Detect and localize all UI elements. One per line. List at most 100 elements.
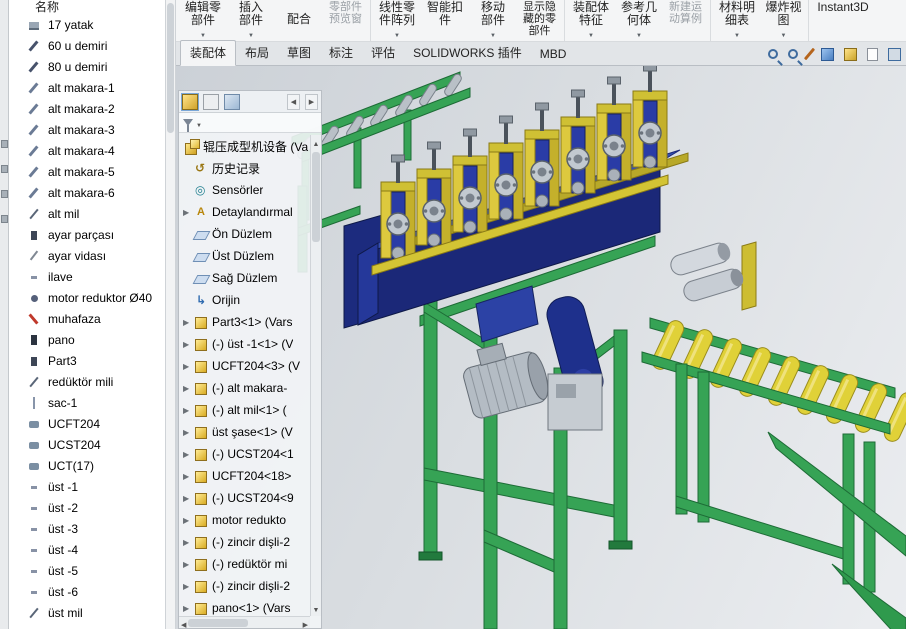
- tree-item[interactable]: Orijin: [179, 289, 310, 311]
- tree-item[interactable]: Sensörler: [179, 179, 310, 201]
- ribbon-tab[interactable]: MBD: [531, 44, 576, 65]
- pinch-rollers[interactable]: [668, 240, 756, 310]
- ribbon-tab[interactable]: 布局: [236, 41, 278, 65]
- tree-item[interactable]: (-) zincir dişli-2: [179, 575, 310, 597]
- tree-item[interactable]: (-) UCST204<9: [179, 487, 310, 509]
- propertymanager-tab-icon[interactable]: [203, 94, 219, 110]
- parts-list-item[interactable]: muhafaza: [9, 308, 165, 329]
- docked-tab-icon[interactable]: [1, 140, 8, 148]
- tree-item[interactable]: (-) alt makara-: [179, 377, 310, 399]
- outfeed-conveyor[interactable]: [642, 318, 906, 629]
- tree-item[interactable]: (-) üst -1<1> (V: [179, 333, 310, 355]
- tree-filter-bar[interactable]: [179, 113, 321, 133]
- panel-scroll-left-icon[interactable]: [287, 94, 300, 110]
- ribbon-tab[interactable]: 草图: [278, 41, 320, 65]
- tree-item[interactable]: motor redukto: [179, 509, 310, 531]
- parts-list-item[interactable]: redüktör mili: [9, 371, 165, 392]
- docked-tab-icon[interactable]: [1, 190, 8, 198]
- scrollbar-thumb[interactable]: [167, 3, 174, 133]
- expand-arrow-icon[interactable]: [183, 340, 193, 349]
- expand-arrow-icon[interactable]: [183, 582, 193, 591]
- component-preview-button[interactable]: 零部件 预览窗: [323, 0, 371, 42]
- mate-button[interactable]: 配合: [275, 0, 323, 42]
- ribbon-tab[interactable]: 装配体: [180, 40, 236, 66]
- expand-arrow-icon[interactable]: [183, 538, 193, 547]
- featuremanager-tab-icon[interactable]: [182, 94, 198, 110]
- expand-arrow-icon[interactable]: [183, 208, 193, 217]
- edit-appearance-icon[interactable]: [804, 48, 815, 61]
- ribbon-tab[interactable]: 评估: [362, 41, 404, 65]
- configurationmanager-tab-icon[interactable]: [224, 94, 240, 110]
- parts-list-item[interactable]: alt mil: [9, 203, 165, 224]
- tree-item[interactable]: (-) redüktör mi: [179, 553, 310, 575]
- parts-list-item[interactable]: üst -4: [9, 539, 165, 560]
- expand-arrow-icon[interactable]: [183, 362, 193, 371]
- parts-panel-scrollbar[interactable]: [166, 0, 176, 629]
- expand-arrow-icon[interactable]: [183, 406, 193, 415]
- panel-scroll-right-icon[interactable]: [305, 94, 318, 110]
- scroll-left-icon[interactable]: [179, 616, 188, 629]
- expand-arrow-icon[interactable]: [183, 428, 193, 437]
- insert-components-button[interactable]: 插入 部件: [227, 0, 275, 42]
- parts-list-item[interactable]: 17 yatak: [9, 14, 165, 35]
- docked-panel-strip[interactable]: [0, 0, 9, 629]
- tree-item[interactable]: UCFT204<18>: [179, 465, 310, 487]
- tree-item[interactable]: (-) alt mil<1> (: [179, 399, 310, 421]
- tree-item[interactable]: UCFT204<3> (V: [179, 355, 310, 377]
- scroll-right-icon[interactable]: [301, 616, 310, 629]
- view-orientation-icon[interactable]: [821, 48, 834, 61]
- reference-geometry-button[interactable]: 参考几 何体: [615, 0, 663, 42]
- edit-component-button[interactable]: 编辑零 部件: [179, 0, 227, 42]
- tree-item[interactable]: üst şase<1> (V: [179, 421, 310, 443]
- expand-arrow-icon[interactable]: [183, 516, 193, 525]
- zoom-area-icon[interactable]: [788, 49, 798, 59]
- parts-list-item[interactable]: üst -1: [9, 476, 165, 497]
- parts-list-item[interactable]: pano: [9, 329, 165, 350]
- parts-list-item[interactable]: alt makara-3: [9, 119, 165, 140]
- instant3d-button[interactable]: Instant3D: [811, 0, 875, 42]
- parts-list-item[interactable]: UCST204: [9, 434, 165, 455]
- parts-list-item[interactable]: sac-1: [9, 392, 165, 413]
- expand-arrow-icon[interactable]: [183, 318, 193, 327]
- parts-list-item[interactable]: 80 u demiri: [9, 56, 165, 77]
- docked-tab-icon[interactable]: [1, 165, 8, 173]
- parts-list-item[interactable]: ayar parçası: [9, 224, 165, 245]
- parts-list-item[interactable]: üst -6: [9, 581, 165, 602]
- parts-list-item[interactable]: ilave: [9, 266, 165, 287]
- parts-list-item[interactable]: alt makara-2: [9, 98, 165, 119]
- docked-tab-icon[interactable]: [1, 215, 8, 223]
- zoom-to-fit-icon[interactable]: [768, 49, 778, 59]
- tree-item[interactable]: (-) zincir dişli-2: [179, 531, 310, 553]
- parts-list-item[interactable]: üst -2: [9, 497, 165, 518]
- linear-pattern-button[interactable]: 线性零 件阵列: [373, 0, 421, 42]
- parts-list-item[interactable]: UCT(17): [9, 455, 165, 476]
- parts-list-item[interactable]: alt makara-1: [9, 77, 165, 98]
- ribbon-tab[interactable]: SOLIDWORKS 插件: [404, 41, 531, 65]
- exploded-view-button[interactable]: 爆炸视 图: [761, 0, 809, 42]
- expand-arrow-icon[interactable]: [183, 604, 193, 613]
- tree-item[interactable]: (-) UCST204<1: [179, 443, 310, 465]
- scroll-up-icon[interactable]: [313, 135, 320, 149]
- parts-list-item[interactable]: 60 u demiri: [9, 35, 165, 56]
- expand-arrow-icon[interactable]: [183, 450, 193, 459]
- scroll-down-icon[interactable]: [311, 601, 321, 616]
- expand-arrow-icon[interactable]: [183, 472, 193, 481]
- tree-root-item[interactable]: 辊压成型机设备 (Va: [179, 135, 310, 157]
- ribbon-tab[interactable]: 标注: [320, 41, 362, 65]
- move-component-button[interactable]: 移动 部件: [469, 0, 517, 42]
- tree-horizontal-scrollbar[interactable]: [179, 616, 310, 628]
- tree-item[interactable]: Üst Düzlem: [179, 245, 310, 267]
- tree-item[interactable]: Ön Düzlem: [179, 223, 310, 245]
- parts-list-item[interactable]: Part3: [9, 350, 165, 371]
- expand-arrow-icon[interactable]: [183, 560, 193, 569]
- new-motion-study-button[interactable]: 新建运 动算例: [663, 0, 711, 42]
- expand-arrow-icon[interactable]: [183, 384, 193, 393]
- viewport[interactable]: 辊压成型机设备 (Va 历史记录: [176, 66, 906, 629]
- show-hidden-components-button[interactable]: 显示隐 藏的零 部件: [517, 0, 565, 42]
- motor-assembly[interactable]: [458, 286, 607, 430]
- parts-list-item[interactable]: alt makara-6: [9, 182, 165, 203]
- parts-list-item[interactable]: üst -3: [9, 518, 165, 539]
- parts-list-item[interactable]: üst -5: [9, 560, 165, 581]
- view-settings-icon[interactable]: [888, 48, 901, 61]
- scrollbar-thumb[interactable]: [188, 619, 248, 627]
